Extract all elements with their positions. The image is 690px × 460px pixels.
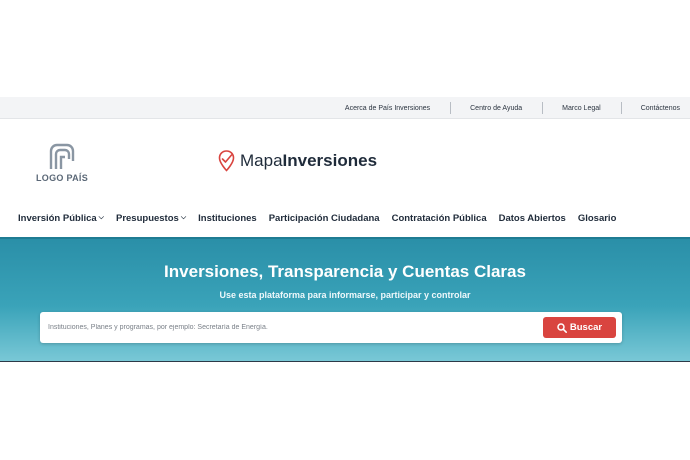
link-centro-de-ayuda[interactable]: Centro de Ayuda xyxy=(450,101,542,114)
search-button[interactable]: Buscar xyxy=(543,317,616,338)
search-input[interactable] xyxy=(48,318,528,336)
country-logo-label: LOGO PAÍS xyxy=(36,173,89,183)
utility-links: Acerca de País Inversiones Centro de Ayu… xyxy=(325,97,680,119)
link-acerca-de[interactable]: Acerca de País Inversiones xyxy=(325,105,450,112)
nav-item-label: Presupuestos xyxy=(115,212,179,224)
chevron-down-icon: ⌵ xyxy=(98,214,104,221)
top-utility-bar: Acerca de País Inversiones Centro de Ayu… xyxy=(0,97,690,119)
country-logo[interactable]: LOGO PAÍS xyxy=(36,143,96,183)
nav-item-label: Participación Ciudadana xyxy=(268,212,380,224)
nav-item-label: Contratación Pública xyxy=(391,212,487,224)
site-name-light: Mapa xyxy=(240,151,283,170)
site-logo[interactable]: MapaInversiones xyxy=(218,150,377,172)
nav-item-datos-abiertos[interactable]: Datos Abiertos xyxy=(499,213,566,224)
map-pin-check-icon xyxy=(218,150,235,172)
brand-header: LOGO PAÍS MapaInversiones xyxy=(0,119,690,199)
site-name: MapaInversiones xyxy=(240,151,377,171)
nav-item-presupuestos[interactable]: Presupuestos ⌵ xyxy=(116,213,186,224)
country-logo-icon xyxy=(49,143,75,169)
link-contactenos[interactable]: Contáctenos xyxy=(620,101,680,114)
search-icon xyxy=(557,322,567,333)
nav-item-contratacion-publica[interactable]: Contratación Pública xyxy=(392,213,487,224)
nav-item-instituciones[interactable]: Instituciones xyxy=(198,213,257,224)
hero-banner: Inversiones, Transparencia y Cuentas Cla… xyxy=(0,237,690,362)
hero-subtitle: Use esta plataforma para informarse, par… xyxy=(219,290,471,300)
nav-item-label: Glosario xyxy=(577,212,617,224)
nav-item-label: Instituciones xyxy=(198,212,257,224)
nav-item-inversion-publica[interactable]: Inversión Pública ⌵ xyxy=(18,213,104,224)
main-navigation: Inversión Pública ⌵ Presupuestos ⌵ Institu… xyxy=(0,206,690,230)
nav-item-glosario[interactable]: Glosario xyxy=(578,213,617,224)
search-button-label: Buscar xyxy=(569,322,603,333)
nav-item-label: Datos Abiertos xyxy=(498,212,566,224)
link-marco-legal[interactable]: Marco Legal xyxy=(542,101,621,114)
hero-title: Inversiones, Transparencia y Cuentas Cla… xyxy=(164,262,526,281)
nav-item-label: Inversión Pública xyxy=(18,212,97,224)
nav-item-participacion-ciudadana[interactable]: Participación Ciudadana xyxy=(269,213,380,224)
site-name-bold: Inversiones xyxy=(282,151,378,170)
chevron-down-icon: ⌵ xyxy=(180,214,187,221)
search-bar: Buscar xyxy=(40,312,622,343)
